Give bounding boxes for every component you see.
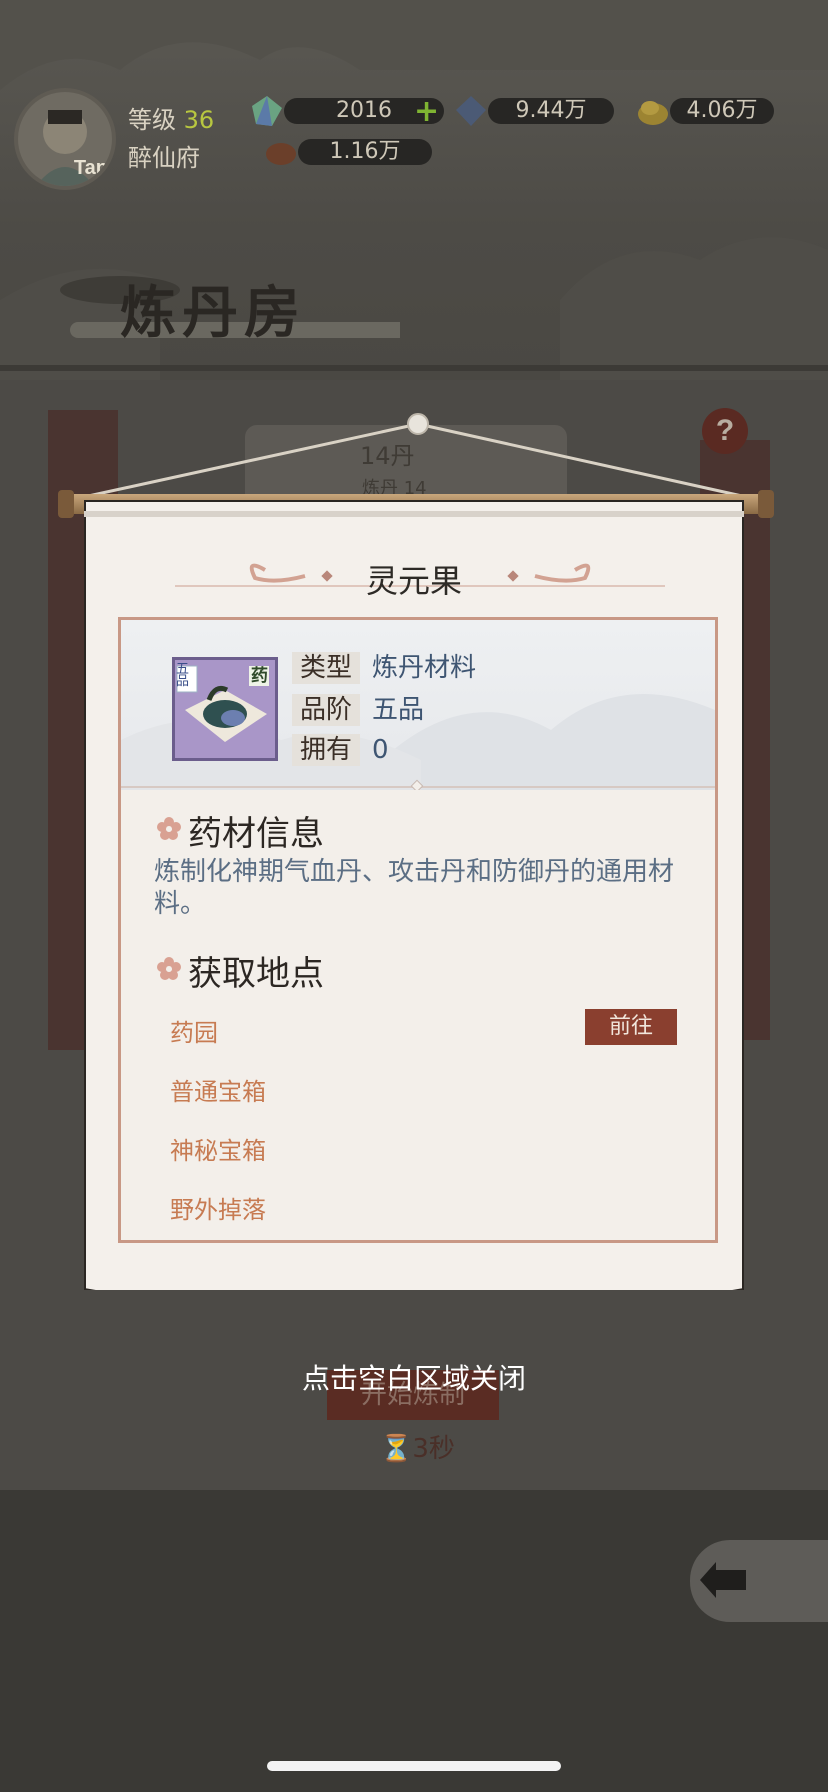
player-level: 等级 36 xyxy=(128,100,214,135)
attr-grade-value: 五品 xyxy=(372,695,425,725)
flower-bullet-icon xyxy=(157,957,181,980)
item-title: 灵元果 xyxy=(365,562,462,600)
gold-icon xyxy=(638,101,668,125)
grade-badge: 五品 xyxy=(176,662,190,689)
attr-type-key: 类型 xyxy=(292,652,360,684)
home-indicator[interactable] xyxy=(267,1761,561,1771)
source-item: 神秘宝箱 xyxy=(170,1137,266,1165)
food-counter: 1.16万 xyxy=(298,139,432,165)
tap-badge: Tap xyxy=(73,157,108,179)
crystal-counter: 9.44万 xyxy=(488,98,614,124)
rod-cap-left xyxy=(58,490,74,518)
attr-owned-value: 0 xyxy=(372,735,389,765)
add-spirit-stone-button[interactable]: + xyxy=(414,97,439,127)
house-name: 醉仙府 xyxy=(128,144,200,172)
herb-description: 炼制化神期气血丹、攻击丹和防御丹的通用材料。 xyxy=(154,857,675,919)
flower-bullet-icon xyxy=(157,817,181,840)
back-arrow-icon xyxy=(700,1562,746,1598)
source-title: 获取地点 xyxy=(188,954,324,994)
crystal-icon xyxy=(456,96,486,126)
attr-owned-key: 拥有 xyxy=(292,734,360,766)
refine-timer: ⏳3秒 xyxy=(380,1428,455,1465)
spirit-stone-icon xyxy=(252,96,282,126)
hourglass-icon: ⏳ xyxy=(380,1434,413,1464)
timer-value: 3秒 xyxy=(412,1434,455,1464)
back-button[interactable] xyxy=(690,1540,828,1622)
close-hint: 点击空白区域关闭 xyxy=(301,1362,526,1395)
page-title: 炼丹房 xyxy=(120,280,306,346)
level-value: 36 xyxy=(183,106,215,134)
level-label: 等级 xyxy=(128,106,176,134)
bottom-area xyxy=(0,1490,828,1792)
player-avatar[interactable]: Tap xyxy=(14,88,116,190)
attr-grade-key: 品阶 xyxy=(292,694,360,726)
source-item: 药园 xyxy=(170,1019,218,1047)
source-item: 野外掉落 xyxy=(170,1196,266,1224)
source-item: 普通宝箱 xyxy=(170,1078,266,1106)
gold-counter: 4.06万 xyxy=(670,98,774,124)
rod-cap-right xyxy=(758,490,774,518)
go-herb-garden-button[interactable]: 前往 xyxy=(585,1009,677,1045)
food-icon xyxy=(266,143,296,165)
herb-info-title: 药材信息 xyxy=(188,814,324,854)
herb-badge: 药 xyxy=(251,666,268,686)
attr-type-value: 炼丹材料 xyxy=(372,653,477,683)
